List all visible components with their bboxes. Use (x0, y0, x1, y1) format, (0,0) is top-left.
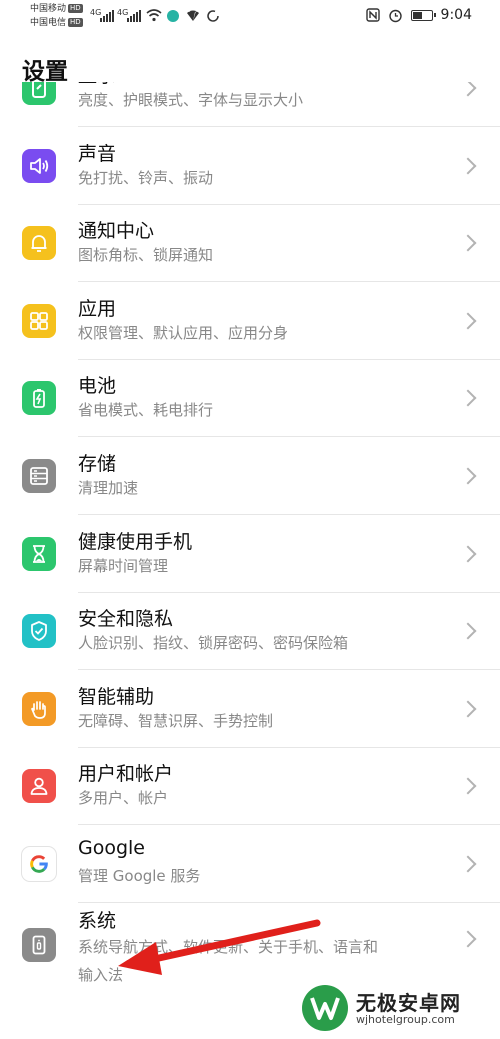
settings-item-label: 应用 (78, 298, 117, 320)
hand-icon (22, 692, 56, 726)
chevron-right-icon (459, 622, 477, 640)
settings-item-subtitle: 省电模式、耗电排行 (78, 401, 214, 419)
chevron-right-icon (459, 545, 477, 563)
settings-item-subtitle: 免打扰、铃声、振动 (78, 169, 214, 187)
hourglass-icon (22, 537, 56, 571)
settings-item-subtitle: 多用户、帐户 (78, 789, 169, 807)
app-notification-icon (167, 10, 179, 22)
sound-icon (22, 149, 56, 183)
settings-item-0[interactable]: 显示亮度、护眼模式、字体与显示大小 (0, 82, 500, 127)
settings-item-4[interactable]: 电池省电模式、耗电排行 (0, 359, 500, 437)
settings-item-label: 存储 (78, 453, 117, 475)
settings-item-subtitle: 无障碍、智慧识屏、手势控制 (78, 712, 274, 730)
settings-item-label: 用户和帐户 (78, 763, 174, 785)
settings-item-7[interactable]: 安全和隐私人脸识别、指纹、锁屏密码、密码保险箱 (0, 592, 500, 670)
chevron-right-icon (459, 930, 477, 948)
settings-item-8[interactable]: 智能辅助无障碍、智慧识屏、手势控制 (0, 670, 500, 748)
battery-icon (22, 381, 56, 415)
settings-item-label: 通知中心 (78, 220, 155, 242)
chevron-right-icon (459, 467, 477, 485)
huawei-icon (187, 10, 199, 21)
settings-item-5[interactable]: 存储 清理加速 (0, 437, 500, 515)
settings-item-6[interactable]: 健康使用手机屏幕时间管理 (0, 515, 500, 593)
watermark-name: 无极安卓网 (356, 991, 461, 1015)
chevron-right-icon (459, 777, 477, 795)
settings-item-label: 安全和隐私 (78, 608, 174, 630)
settings-item-subtitle: 系统导航方式、软件更新、关于手机、语言和 (78, 938, 379, 956)
system-phone-icon (22, 928, 56, 962)
status-right: 9:04 (365, 7, 472, 23)
watermark-url: wjhotelgroup.com (356, 1013, 455, 1026)
settings-item-subtitle: 人脸识别、指纹、锁屏密码、密码保险箱 (78, 634, 349, 652)
wifi-icon (146, 9, 162, 22)
status-bar: 中国移动 HD 中国电信 HD 4G 4G 9:04 (0, 0, 500, 36)
chevron-right-icon (459, 389, 477, 407)
settings-item-2[interactable]: 通知中心图标角标、锁屏通知 (0, 204, 500, 282)
sync-icon (207, 10, 219, 22)
user-icon (22, 769, 56, 803)
clock: 9:04 (440, 7, 472, 23)
chevron-right-icon (459, 700, 477, 718)
chevron-right-icon (459, 234, 477, 252)
signal-icon (100, 10, 114, 22)
bell-icon (22, 226, 56, 260)
settings-item-label: 智能辅助 (78, 686, 155, 708)
settings-item-subtitle: 清理加速 (78, 479, 139, 497)
settings-item-10[interactable]: Google 管理 Google 服务 (0, 825, 500, 903)
settings-item-label: 健康使用手机 (78, 531, 193, 553)
display-icon (22, 82, 56, 105)
page-title: 设置 (22, 59, 68, 85)
carrier-2: 中国电信 HD (30, 18, 83, 28)
chevron-right-icon (459, 312, 477, 330)
settings-item-label: 声音 (78, 143, 117, 165)
watermark-logo (302, 985, 348, 1031)
watermark: 无极安卓网 wjhotelgroup.com (302, 985, 492, 1031)
battery-status-icon (410, 9, 436, 21)
settings-item-label: Google (78, 837, 146, 859)
settings-item-1[interactable]: 声音免打扰、铃声、振动 (0, 127, 500, 205)
chevron-right-icon (459, 855, 477, 873)
settings-item-11[interactable]: 系统系统导航方式、软件更新、关于手机、语言和 输入法 (0, 903, 500, 984)
google-icon (22, 847, 56, 881)
settings-item-3[interactable]: 应用权限管理、默认应用、应用分身 (0, 282, 500, 360)
settings-item-subtitle: 权限管理、默认应用、应用分身 (78, 324, 289, 342)
nfc-icon (365, 8, 380, 22)
settings-item-subtitle: 亮度、护眼模式、字体与显示大小 (78, 91, 304, 109)
signal-icon (127, 10, 141, 22)
chevron-right-icon (459, 82, 477, 97)
settings-list[interactable]: 显示亮度、护眼模式、字体与显示大小声音免打扰、铃声、振动通知中心图标角标、锁屏通… (0, 82, 500, 1039)
alarm-icon (388, 9, 402, 22)
carrier-1: 中国移动 HD (30, 4, 83, 14)
storage-icon (22, 459, 56, 493)
apps-grid-icon (22, 304, 56, 338)
chevron-right-icon (459, 157, 477, 175)
settings-item-subtitle: 屏幕时间管理 (78, 557, 169, 575)
settings-item-9[interactable]: 用户和帐户多用户、帐户 (0, 747, 500, 825)
shield-icon (22, 614, 56, 648)
settings-item-label: 电池 (78, 375, 117, 397)
settings-item-subtitle-line2: 输入法 (78, 966, 124, 984)
settings-item-subtitle: 图标角标、锁屏通知 (78, 246, 214, 264)
settings-item-label: 系统 (78, 910, 117, 932)
settings-item-subtitle: 管理 Google 服务 (78, 867, 201, 885)
